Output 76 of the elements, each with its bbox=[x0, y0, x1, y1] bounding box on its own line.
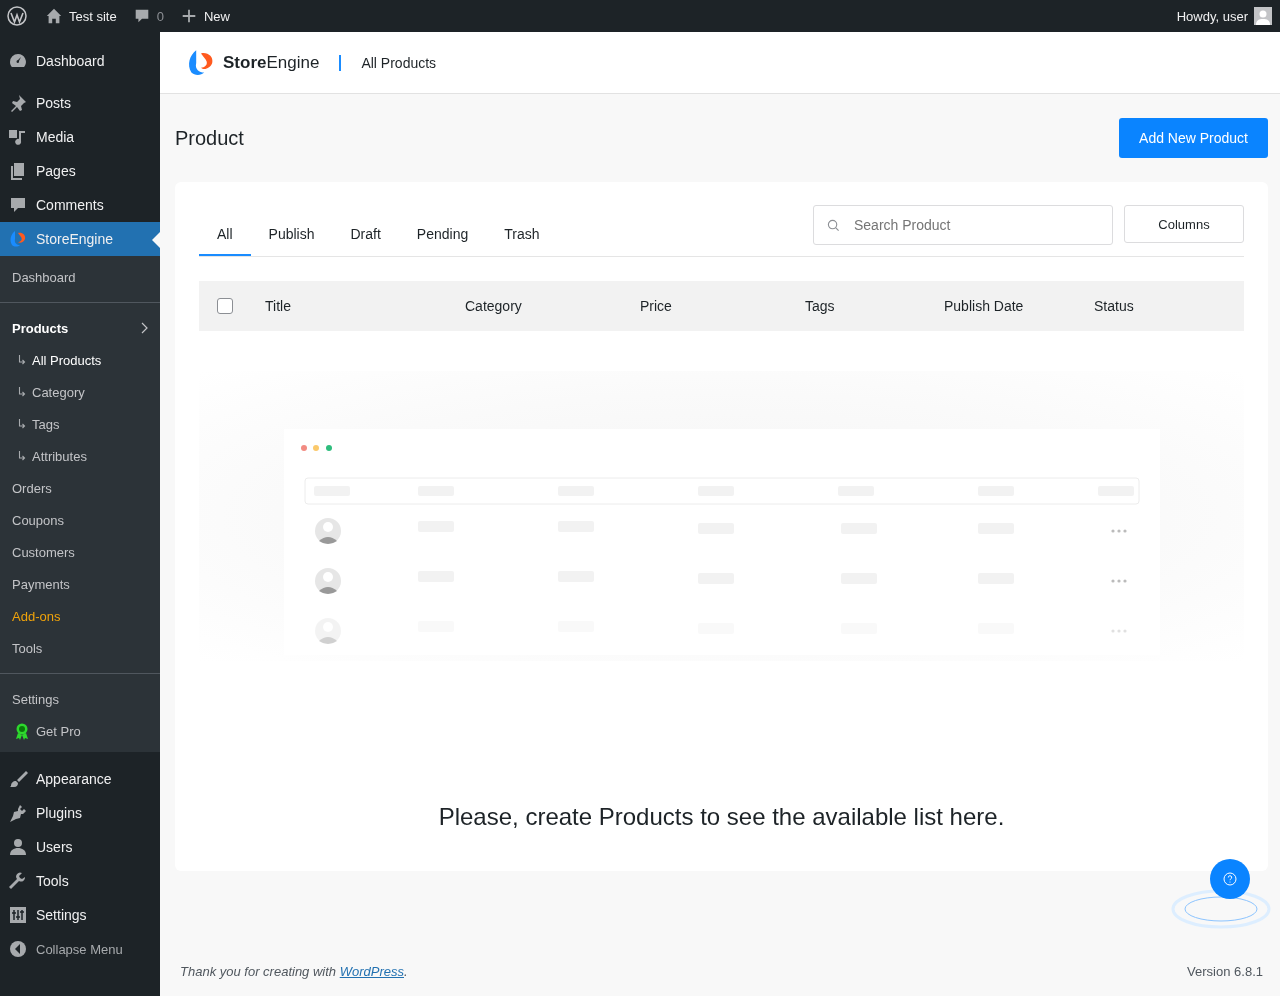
menu-item[interactable]: Comments bbox=[0, 188, 160, 222]
menu-item[interactable]: Collapse Menu bbox=[0, 932, 160, 966]
menu-item[interactable]: Settings bbox=[0, 898, 160, 932]
submenu-item[interactable]: Orders bbox=[0, 472, 160, 504]
brand-name: StoreEngine bbox=[223, 52, 320, 73]
comment-icon bbox=[8, 195, 28, 215]
add-new-product-button[interactable]: Add New Product bbox=[1119, 118, 1268, 158]
new-label: New bbox=[203, 8, 230, 24]
arrow-icon bbox=[18, 355, 26, 365]
home-icon bbox=[45, 7, 63, 25]
submenu-item[interactable]: Attributes bbox=[0, 440, 160, 472]
comment-count: 0 bbox=[156, 8, 164, 24]
submenu-item[interactable]: Payments bbox=[0, 568, 160, 600]
submenu-item[interactable]: All Products bbox=[0, 344, 160, 376]
site-link[interactable]: Test site bbox=[37, 7, 125, 25]
menu-item[interactable]: Appearance bbox=[0, 762, 160, 796]
wrench-icon bbox=[8, 871, 28, 891]
version-text: Version 6.8.1 bbox=[1187, 963, 1263, 979]
empty-state-message: Please, create Products to see the available list here. bbox=[437, 803, 1006, 831]
tab[interactable]: Pending bbox=[398, 226, 487, 256]
submenu-item[interactable]: Dashboard bbox=[0, 261, 160, 293]
menu-item[interactable]: Posts bbox=[0, 86, 160, 120]
submenu-item[interactable]: Add-ons bbox=[0, 600, 160, 632]
footer-credit: Thank you for creating with WordPress. bbox=[180, 963, 408, 979]
columns-button[interactable]: Columns bbox=[1124, 205, 1244, 243]
column-header: Status bbox=[1094, 298, 1135, 314]
column-header: Tags bbox=[805, 298, 836, 314]
chevron-right-icon bbox=[140, 322, 148, 334]
user-icon bbox=[8, 837, 28, 857]
menu-item[interactable]: Plugins bbox=[0, 796, 160, 830]
column-header: Publish Date bbox=[944, 298, 1025, 314]
collapse-icon bbox=[8, 939, 28, 959]
plug-icon bbox=[8, 803, 28, 823]
select-all-checkbox[interactable] bbox=[217, 298, 233, 314]
storeengine-logo-icon bbox=[8, 229, 28, 249]
greeting: Howdy, user bbox=[1176, 8, 1248, 24]
tab[interactable]: Publish bbox=[250, 226, 333, 256]
breadcrumb: All Products bbox=[361, 54, 437, 71]
submenu-item[interactable]: Settings bbox=[0, 683, 160, 715]
menu-item[interactable]: Pages bbox=[0, 154, 160, 188]
arrow-icon bbox=[18, 419, 26, 429]
column-header: Category bbox=[465, 298, 523, 314]
search-field[interactable]: Search Product bbox=[813, 205, 1113, 245]
tab[interactable]: Trash bbox=[486, 226, 558, 256]
menu-item[interactable]: Tools bbox=[0, 864, 160, 898]
menu-item[interactable]: Dashboard bbox=[0, 40, 160, 82]
help-icon bbox=[1223, 872, 1237, 886]
submenu-item[interactable]: Tools bbox=[0, 632, 160, 664]
comments-link[interactable]: 0 bbox=[124, 7, 172, 25]
arrow-icon bbox=[18, 451, 26, 461]
tab[interactable]: All bbox=[199, 226, 251, 256]
submenu-item[interactable]: Coupons bbox=[0, 504, 160, 536]
settings-icon bbox=[8, 905, 28, 925]
page-title: Product bbox=[175, 126, 244, 150]
wordpress-link[interactable]: WordPress bbox=[339, 963, 404, 979]
column-header: Price bbox=[640, 298, 673, 314]
submenu-item[interactable]: Get Pro bbox=[0, 715, 160, 747]
avatar-icon bbox=[1254, 7, 1272, 25]
submenu-item[interactable]: Products bbox=[0, 312, 160, 344]
site-name: Test site bbox=[69, 8, 117, 24]
submenu-item[interactable]: Customers bbox=[0, 536, 160, 568]
search-icon bbox=[827, 219, 840, 232]
award-icon bbox=[14, 722, 30, 740]
account-link[interactable]: Howdy, user bbox=[1168, 7, 1280, 25]
brush-icon bbox=[8, 769, 28, 789]
new-link[interactable]: New bbox=[171, 7, 238, 25]
menu-item[interactable]: Media bbox=[0, 120, 160, 154]
column-header: Title bbox=[265, 298, 292, 314]
wordpress-logo-icon[interactable] bbox=[7, 6, 27, 26]
menu-item[interactable]: Users bbox=[0, 830, 160, 864]
arrow-icon bbox=[18, 387, 26, 397]
menu-item[interactable]: StoreEngine bbox=[0, 222, 160, 256]
media-icon bbox=[8, 127, 28, 147]
submenu-item[interactable]: Tags bbox=[0, 408, 160, 440]
tab[interactable]: Draft bbox=[332, 226, 399, 256]
submenu-item[interactable]: Category bbox=[0, 376, 160, 408]
